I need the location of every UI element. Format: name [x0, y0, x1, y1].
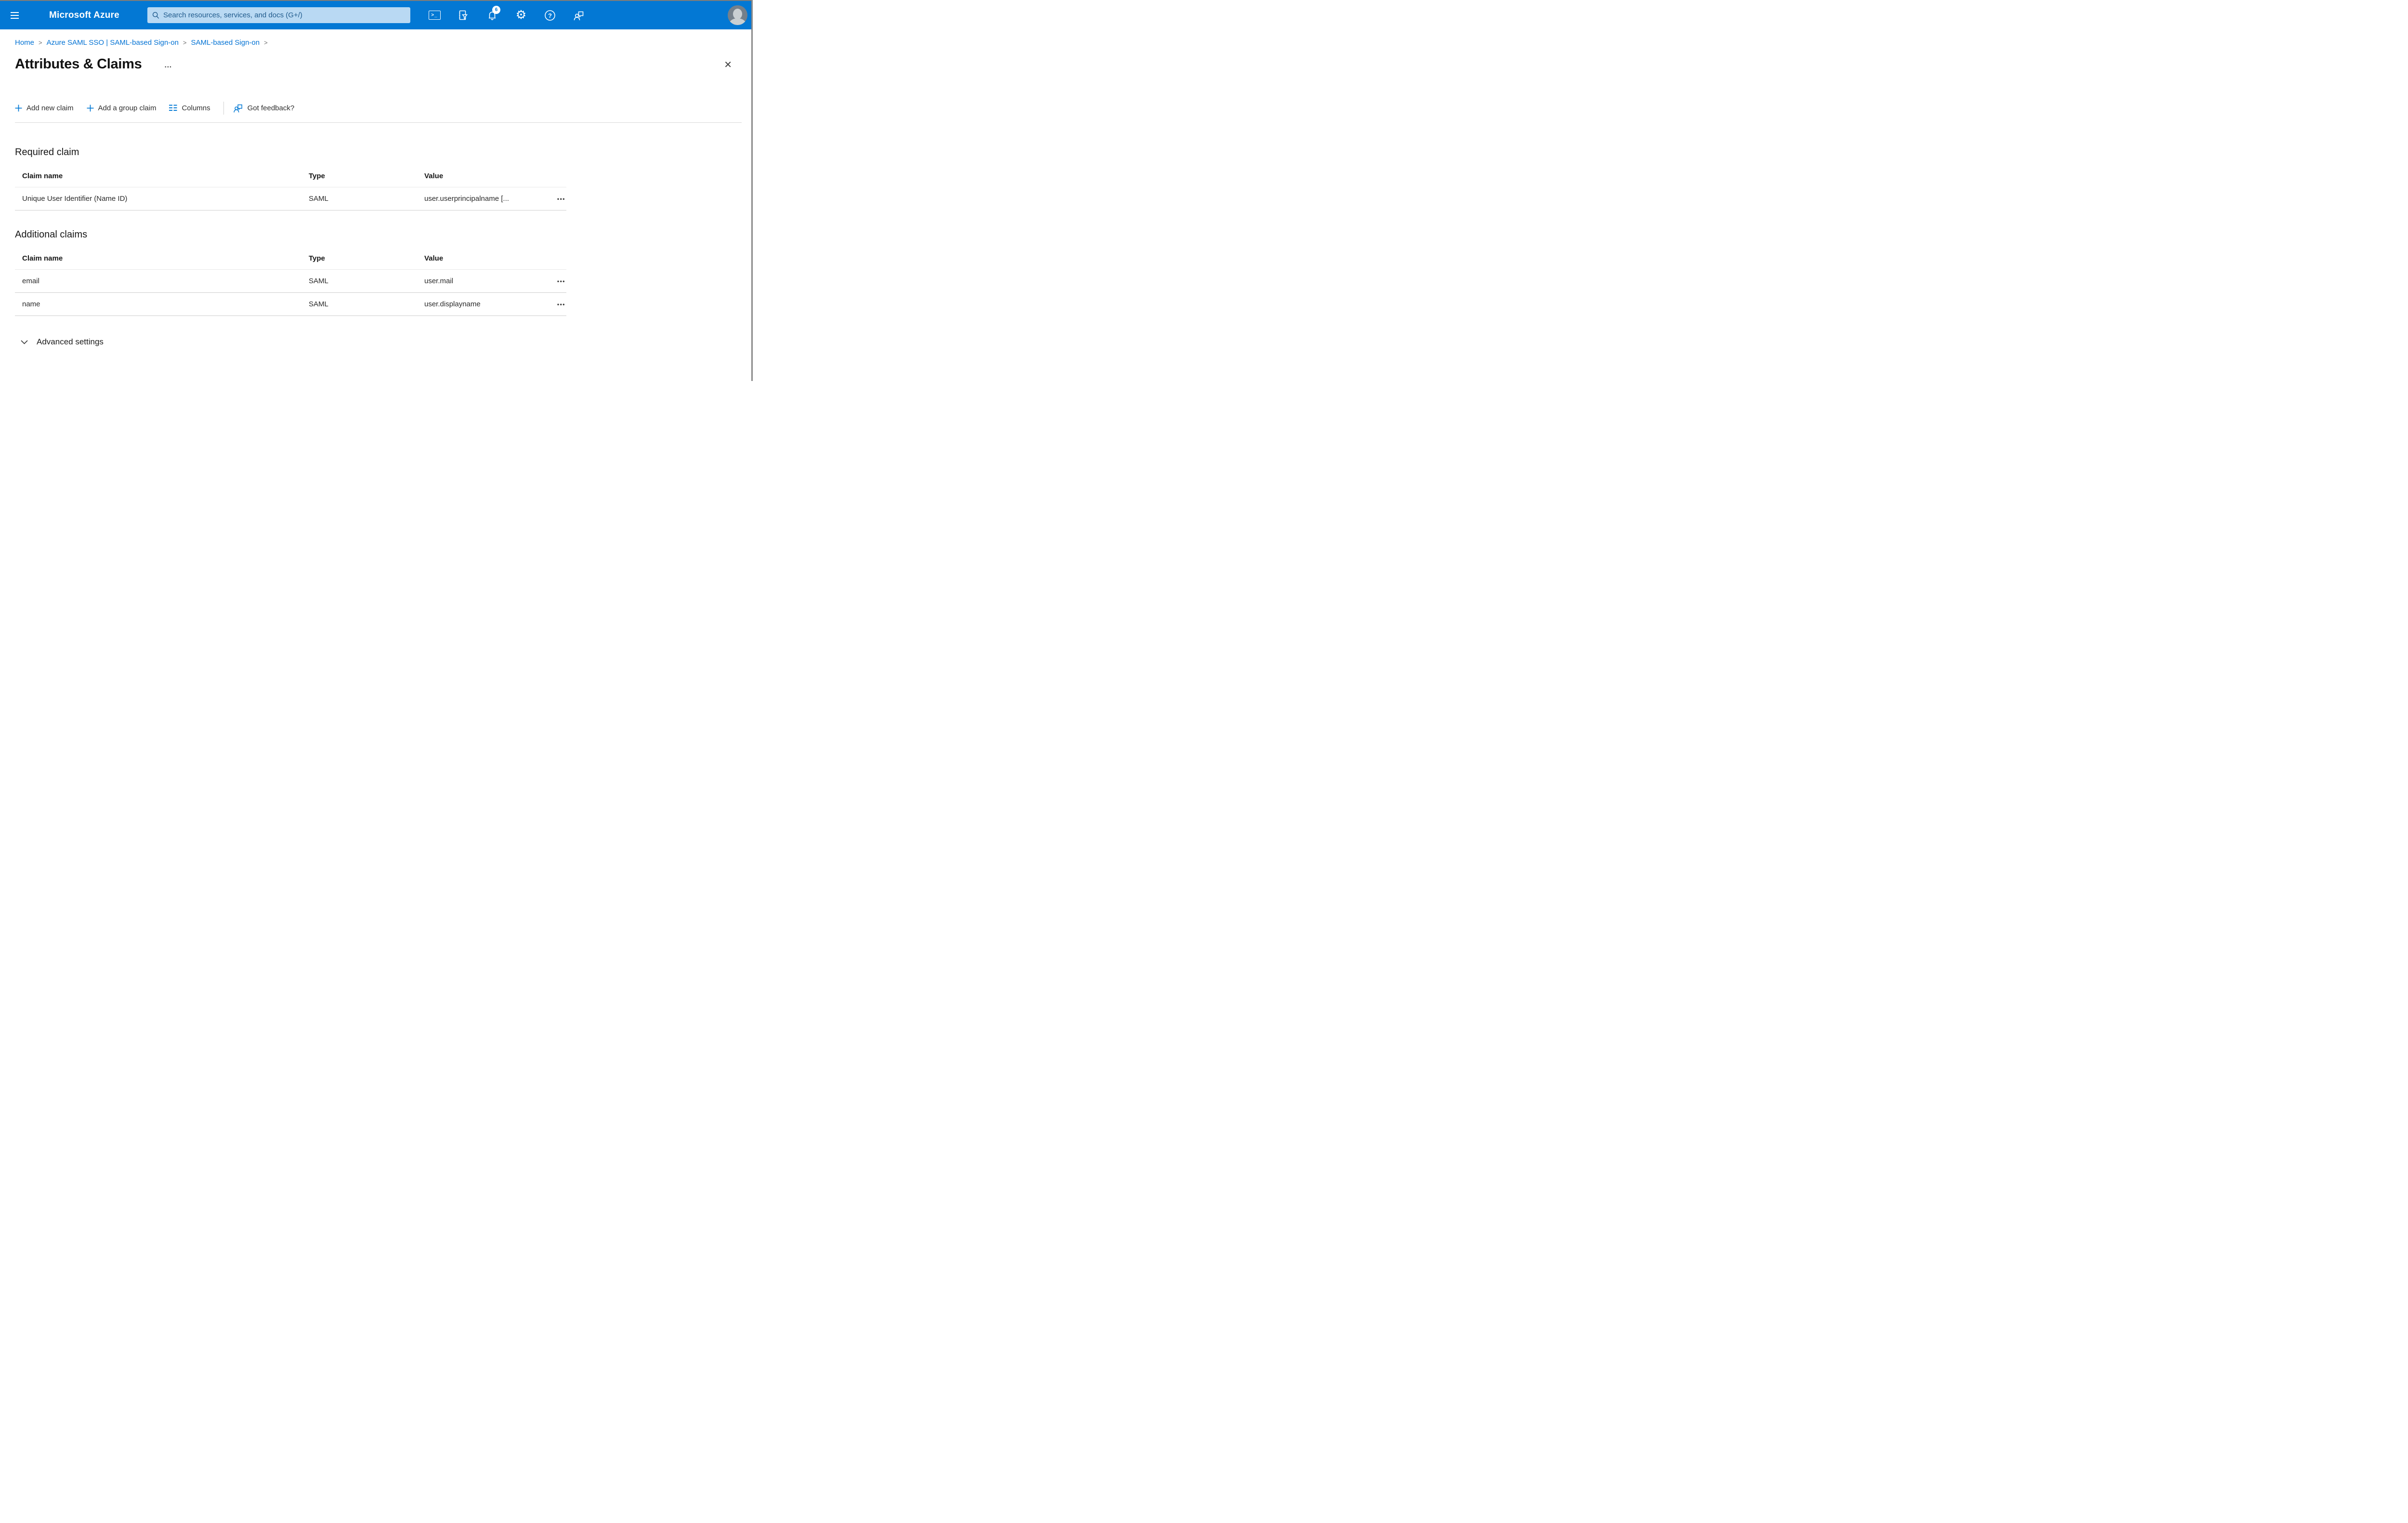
claim-name-cell: Unique User Identifier (Name ID) — [22, 195, 128, 203]
directory-filter-icon — [459, 10, 468, 20]
chevron-right-icon: > — [39, 39, 42, 46]
got-feedback-button[interactable]: Got feedback? — [233, 99, 294, 117]
chevron-right-icon: > — [264, 39, 268, 46]
plus-icon — [87, 105, 94, 111]
help-button[interactable]: ? — [536, 1, 564, 29]
cloud-shell-icon: >_ — [428, 11, 441, 20]
row-menu-button[interactable]: ••• — [556, 194, 566, 204]
global-search[interactable] — [147, 7, 410, 23]
columns-button[interactable]: Columns — [169, 99, 210, 117]
screenshot-right-edge — [751, 0, 753, 381]
chevron-down-icon — [21, 340, 28, 344]
claim-type-cell: SAML — [309, 300, 328, 308]
close-blade-button[interactable]: ✕ — [724, 60, 732, 70]
screenshot-top-edge — [0, 0, 753, 1]
cloud-shell-button[interactable]: >_ — [420, 1, 449, 29]
top-bar-icons: >_ 6 ⚙ ? — [420, 1, 593, 29]
column-header-type: Type — [309, 172, 325, 180]
feedback-button[interactable] — [564, 1, 593, 29]
notification-badge: 6 — [492, 6, 500, 14]
svg-text:?: ? — [548, 12, 552, 19]
additional-claims-table: Claim name Type Value email SAML user.ma… — [15, 248, 566, 316]
search-icon — [152, 12, 159, 19]
close-icon: ✕ — [724, 60, 732, 70]
command-bar: Add new claim Add a group claim Columns … — [15, 99, 307, 117]
claim-value-cell: user.displayname — [424, 300, 481, 308]
table-header-row: Claim name Type Value — [15, 165, 566, 187]
hamburger-menu-button[interactable] — [3, 1, 26, 29]
ellipsis-icon: ••• — [557, 301, 565, 308]
breadcrumb-app[interactable]: Azure SAML SSO | SAML-based Sign-on — [47, 39, 179, 47]
table-row-name-id[interactable]: Unique User Identifier (Name ID) SAML us… — [15, 187, 566, 210]
directory-filter-button[interactable] — [449, 1, 478, 29]
plus-icon — [15, 105, 22, 111]
table-row-email[interactable]: email SAML user.mail ••• — [15, 270, 566, 293]
required-claim-table: Claim name Type Value Unique User Identi… — [15, 165, 566, 210]
blade-header: Attributes & Claims … ✕ — [15, 56, 738, 78]
brand-title: Microsoft Azure — [49, 10, 119, 20]
gear-icon: ⚙ — [515, 8, 527, 22]
table-header-row: Claim name Type Value — [15, 248, 566, 270]
required-claim-heading: Required claim — [15, 147, 79, 158]
column-header-claim-name: Claim name — [22, 254, 63, 263]
chevron-right-icon: > — [183, 39, 187, 46]
column-header-value: Value — [424, 254, 444, 263]
column-header-value: Value — [424, 172, 444, 180]
ellipsis-icon: ••• — [557, 195, 565, 202]
search-input[interactable] — [163, 11, 406, 19]
title-context-menu-button[interactable]: … — [164, 61, 172, 70]
add-group-claim-button[interactable]: Add a group claim — [87, 99, 156, 117]
feedback-person-icon — [233, 104, 242, 112]
column-header-type: Type — [309, 254, 325, 263]
azure-top-bar: Microsoft Azure >_ 6 — [0, 1, 753, 29]
columns-icon — [169, 105, 177, 111]
advanced-settings-label: Advanced settings — [37, 337, 104, 346]
breadcrumb: Home > Azure SAML SSO | SAML-based Sign-… — [15, 39, 272, 47]
advanced-settings-toggle[interactable]: Advanced settings — [21, 337, 104, 347]
hamburger-icon — [10, 12, 19, 13]
feedback-person-icon — [574, 11, 584, 20]
ellipsis-icon: … — [164, 61, 172, 69]
claim-name-cell: name — [22, 300, 40, 308]
notifications-button[interactable]: 6 — [478, 1, 507, 29]
claim-type-cell: SAML — [309, 195, 328, 203]
breadcrumb-sso[interactable]: SAML-based Sign-on — [191, 39, 260, 47]
toolbar-rule — [15, 122, 742, 123]
claim-value-cell: user.mail — [424, 277, 454, 285]
claim-value-cell: user.userprincipalname [... — [424, 195, 509, 203]
row-menu-button[interactable]: ••• — [556, 299, 566, 310]
avatar[interactable] — [728, 5, 747, 25]
table-row-name[interactable]: name SAML user.displayname ••• — [15, 293, 566, 316]
column-header-claim-name: Claim name — [22, 172, 63, 180]
help-icon: ? — [545, 10, 555, 21]
add-new-claim-button[interactable]: Add new claim — [15, 99, 74, 117]
settings-button[interactable]: ⚙ — [507, 1, 536, 29]
additional-claims-heading: Additional claims — [15, 229, 88, 240]
row-menu-button[interactable]: ••• — [556, 276, 566, 287]
breadcrumb-home[interactable]: Home — [15, 39, 34, 47]
claim-name-cell: email — [22, 277, 39, 285]
claim-type-cell: SAML — [309, 277, 328, 285]
ellipsis-icon: ••• — [557, 277, 565, 285]
toolbar-divider — [223, 101, 224, 115]
page-title: Attributes & Claims — [15, 56, 142, 72]
